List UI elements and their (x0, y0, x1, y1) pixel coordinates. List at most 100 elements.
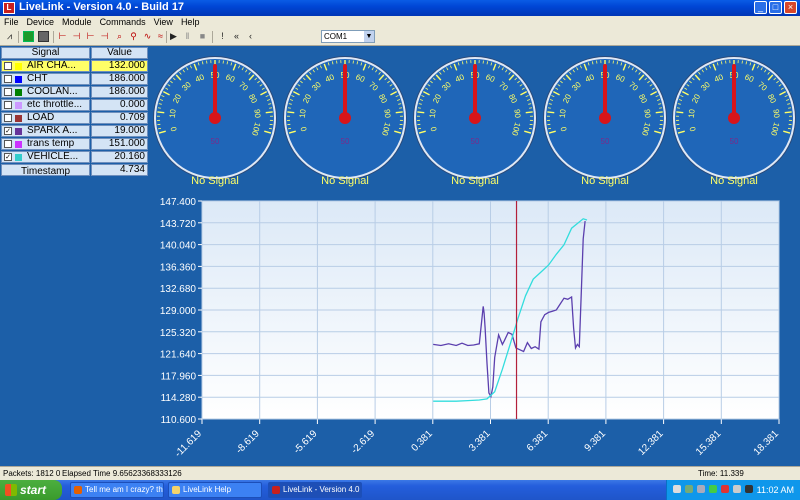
gray-square-icon[interactable] (38, 31, 49, 42)
tray-app-icon[interactable] (745, 485, 753, 493)
menu-commands[interactable]: Commands (96, 16, 150, 28)
gauge-tick (287, 127, 292, 130)
menu-help[interactable]: Help (177, 16, 204, 28)
gauge-hub (599, 112, 611, 124)
port-select-value: COM1 (324, 32, 348, 41)
toolbar-separator (212, 31, 213, 43)
gauge[interactable]: 010203040506070809010050 (413, 56, 537, 180)
marker-bracket-icon[interactable]: ⊢ (85, 31, 96, 42)
livelink-app-icon (272, 486, 280, 494)
wave-icon[interactable]: ∿ (142, 31, 153, 42)
system-tray: 11:02 AM (666, 480, 800, 500)
title-bar[interactable]: L LiveLink - Version 4.0 - Build 17 _ □ … (0, 0, 800, 16)
gauge-tick-label: 90 (382, 109, 392, 119)
gauge-tick-label: 10 (687, 108, 697, 118)
start-button[interactable]: start (0, 480, 62, 500)
marker-bracket-icon[interactable]: ⊢ (57, 31, 68, 42)
status-bar: Packets: 1812 0 Elapsed Time 9.656233683… (0, 466, 800, 480)
gauge-hub (209, 112, 221, 124)
gauge[interactable]: 010203040506070809010050 (672, 56, 796, 180)
taskbar-item-label: LiveLink - Version 4.0 ... (283, 485, 362, 494)
y-tick-label: 136.360 (160, 262, 197, 273)
taskbar-item-label: Tell me am I crazy? th... (85, 485, 164, 494)
probe-icon[interactable]: ⌕ (114, 31, 125, 42)
minimize-button[interactable]: _ (754, 1, 767, 14)
gauge-panel: 0102030405060708090100500102030405060708… (153, 56, 796, 180)
network-icon[interactable] (673, 485, 681, 493)
gauge-tick (676, 127, 681, 130)
alert-icon[interactable]: ! (217, 31, 228, 42)
gauge-tick-label: 90 (512, 109, 522, 119)
gauge-tick-label: 90 (642, 109, 652, 119)
gauge-center-label: 50 (341, 137, 350, 146)
gauge-tick (417, 127, 422, 130)
close-button[interactable]: × (784, 1, 797, 14)
y-tick-label: 110.600 (161, 415, 197, 426)
gauge-tick (525, 111, 533, 114)
toolbar-separator (166, 31, 167, 43)
gauge-tick (395, 111, 403, 114)
gauge-tick (788, 107, 792, 109)
line-chart[interactable]: -11.619 -8.619 -5.619 -2.619 0.381 3.381 6.381… (152, 192, 800, 466)
gauge-tick (268, 127, 273, 130)
gauge-tick (287, 107, 291, 109)
gauge-tick (157, 107, 161, 109)
taskbar-clock[interactable]: 11:02 AM (757, 480, 794, 500)
gauge-tick (676, 111, 684, 114)
tray-app-icon[interactable] (697, 485, 705, 493)
gauge-tick (655, 111, 663, 114)
gauge[interactable]: 010203040506070809010050 (153, 56, 277, 180)
tray-app-icon[interactable] (733, 485, 741, 493)
gauge-tick (676, 107, 680, 109)
taskbar-item-label: LiveLink Help (183, 485, 232, 494)
livelink-app-icon[interactable]: L (3, 2, 15, 14)
y-tick-label: 117.960 (161, 371, 197, 382)
rewind-icon[interactable]: « (231, 31, 242, 42)
gauge-center-label: 50 (730, 137, 739, 146)
port-select[interactable]: COM1 ▼ (321, 30, 375, 43)
taskbar-item-livelink[interactable]: LiveLink - Version 4.0 ... (268, 482, 362, 498)
marker-bracket-icon[interactable]: ⊣ (71, 31, 82, 42)
window-title: LiveLink - Version 4.0 - Build 17 (19, 1, 185, 13)
back-icon[interactable]: ‹ (245, 31, 256, 42)
menu-module[interactable]: Module (58, 16, 96, 28)
gauge-tick-label: 90 (771, 109, 781, 119)
probe-icon[interactable]: ⚲ (128, 31, 139, 42)
gauge-tick (157, 111, 165, 114)
gauge-tick (787, 127, 792, 130)
gauge-status: No Signal (710, 175, 758, 187)
gauge[interactable]: 010203040506070809010050 (283, 56, 407, 180)
pause-icon[interactable]: ‖ (182, 31, 193, 42)
maximize-button[interactable]: □ (769, 1, 782, 14)
taskbar-item-browser[interactable]: Tell me am I crazy? th... (70, 482, 164, 498)
gauge-tick (658, 127, 663, 130)
wave-icon[interactable]: ≈ (155, 31, 166, 42)
volume-icon[interactable] (685, 485, 693, 493)
stop-icon[interactable]: ■ (197, 31, 208, 42)
menu-file[interactable]: File (0, 16, 23, 28)
y-tick-label: 114.280 (161, 393, 197, 404)
gauge-hub (339, 112, 351, 124)
tray-app-icon[interactable] (721, 485, 729, 493)
chart-icon[interactable]: ⩘ (4, 31, 15, 42)
green-square-icon[interactable] (23, 31, 34, 42)
menu-view[interactable]: View (150, 16, 177, 28)
tray-app-icon[interactable] (709, 485, 717, 493)
gauge[interactable]: 010203040506070809010050 (543, 56, 667, 180)
y-tick-label: 132.680 (160, 284, 197, 295)
marker-bracket-icon[interactable]: ⊣ (99, 31, 110, 42)
firefox-icon (74, 486, 82, 494)
gauge-tick-label: 10 (298, 108, 308, 118)
packets-status: Packets: 1812 0 (3, 469, 61, 478)
start-label: start (20, 483, 47, 497)
chevron-down-icon[interactable]: ▼ (364, 31, 374, 42)
taskbar-item-help[interactable]: LiveLink Help (168, 482, 262, 498)
play-icon[interactable]: ▶ (168, 31, 179, 42)
gauge-center-label: 50 (211, 137, 220, 146)
gauge-tick-label: 90 (252, 109, 262, 119)
menu-device[interactable]: Device (23, 16, 59, 28)
gauge-tick (287, 111, 295, 114)
gauge-tick (265, 111, 273, 114)
gauge-tick (659, 107, 663, 109)
gauge-tick (528, 127, 533, 130)
